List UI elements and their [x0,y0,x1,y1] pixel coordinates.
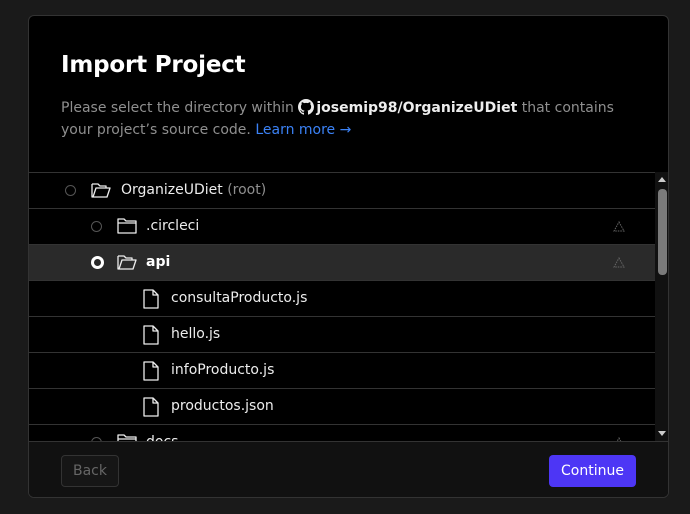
description-prefix: Please select the directory within [61,100,294,116]
file-icon [143,397,159,421]
tree-label-api: api [146,254,171,270]
radio-circleci[interactable] [91,221,102,232]
tree-label-file: consultaProducto.js [171,290,308,306]
file-icon [143,361,159,385]
tree-label-root: OrganizeUDiet (root) [121,182,266,198]
folder-open-icon [117,253,137,275]
github-icon [298,99,315,115]
dialog-footer: Back Continue [29,441,668,497]
warning-icon [613,256,625,272]
tree-label-circleci: .circleci [146,218,200,234]
tree-row-root[interactable]: OrganizeUDiet (root) [29,173,655,209]
dialog-description: Please select the directory within josem… [61,97,621,141]
tree-label-file: hello.js [171,326,221,342]
tree-row-file: hello.js [29,317,655,353]
tree-row-circleci[interactable]: .circleci [29,209,655,245]
radio-api[interactable] [91,256,104,269]
continue-button[interactable]: Continue [549,455,636,487]
directory-tree: OrganizeUDiet (root) .circleci api consu… [29,172,655,442]
radio-root[interactable] [65,185,76,196]
dialog-header: Import Project Please select the directo… [29,16,668,173]
import-project-dialog: Import Project Please select the directo… [28,15,669,498]
learn-more-link[interactable]: Learn more → [255,122,351,138]
tree-row-file: consultaProducto.js [29,281,655,317]
scrollbar-thumb[interactable] [658,189,667,275]
repo-reference: josemip98/OrganizeUDiet [298,99,518,116]
tree-row-docs[interactable]: docs [29,425,655,442]
root-note: (root) [227,182,267,198]
tree-row-file: productos.json [29,389,655,425]
dialog-title: Import Project [61,52,246,78]
file-icon [143,289,159,313]
tree-row-api[interactable]: api [29,245,655,281]
tree-label-file: infoProducto.js [171,362,275,378]
folder-open-icon [91,181,111,203]
root-name: OrganizeUDiet [121,182,223,198]
file-icon [143,325,159,349]
scroll-down-arrow-icon[interactable] [658,431,666,436]
back-button[interactable]: Back [61,455,119,487]
warning-icon [613,220,625,236]
tree-label-file: productos.json [171,398,274,414]
tree-scrollbar[interactable] [655,172,668,441]
folder-icon [117,217,137,239]
tree-row-file: infoProducto.js [29,353,655,389]
repo-name: josemip98/OrganizeUDiet [316,100,518,116]
scroll-up-arrow-icon[interactable] [658,177,666,182]
